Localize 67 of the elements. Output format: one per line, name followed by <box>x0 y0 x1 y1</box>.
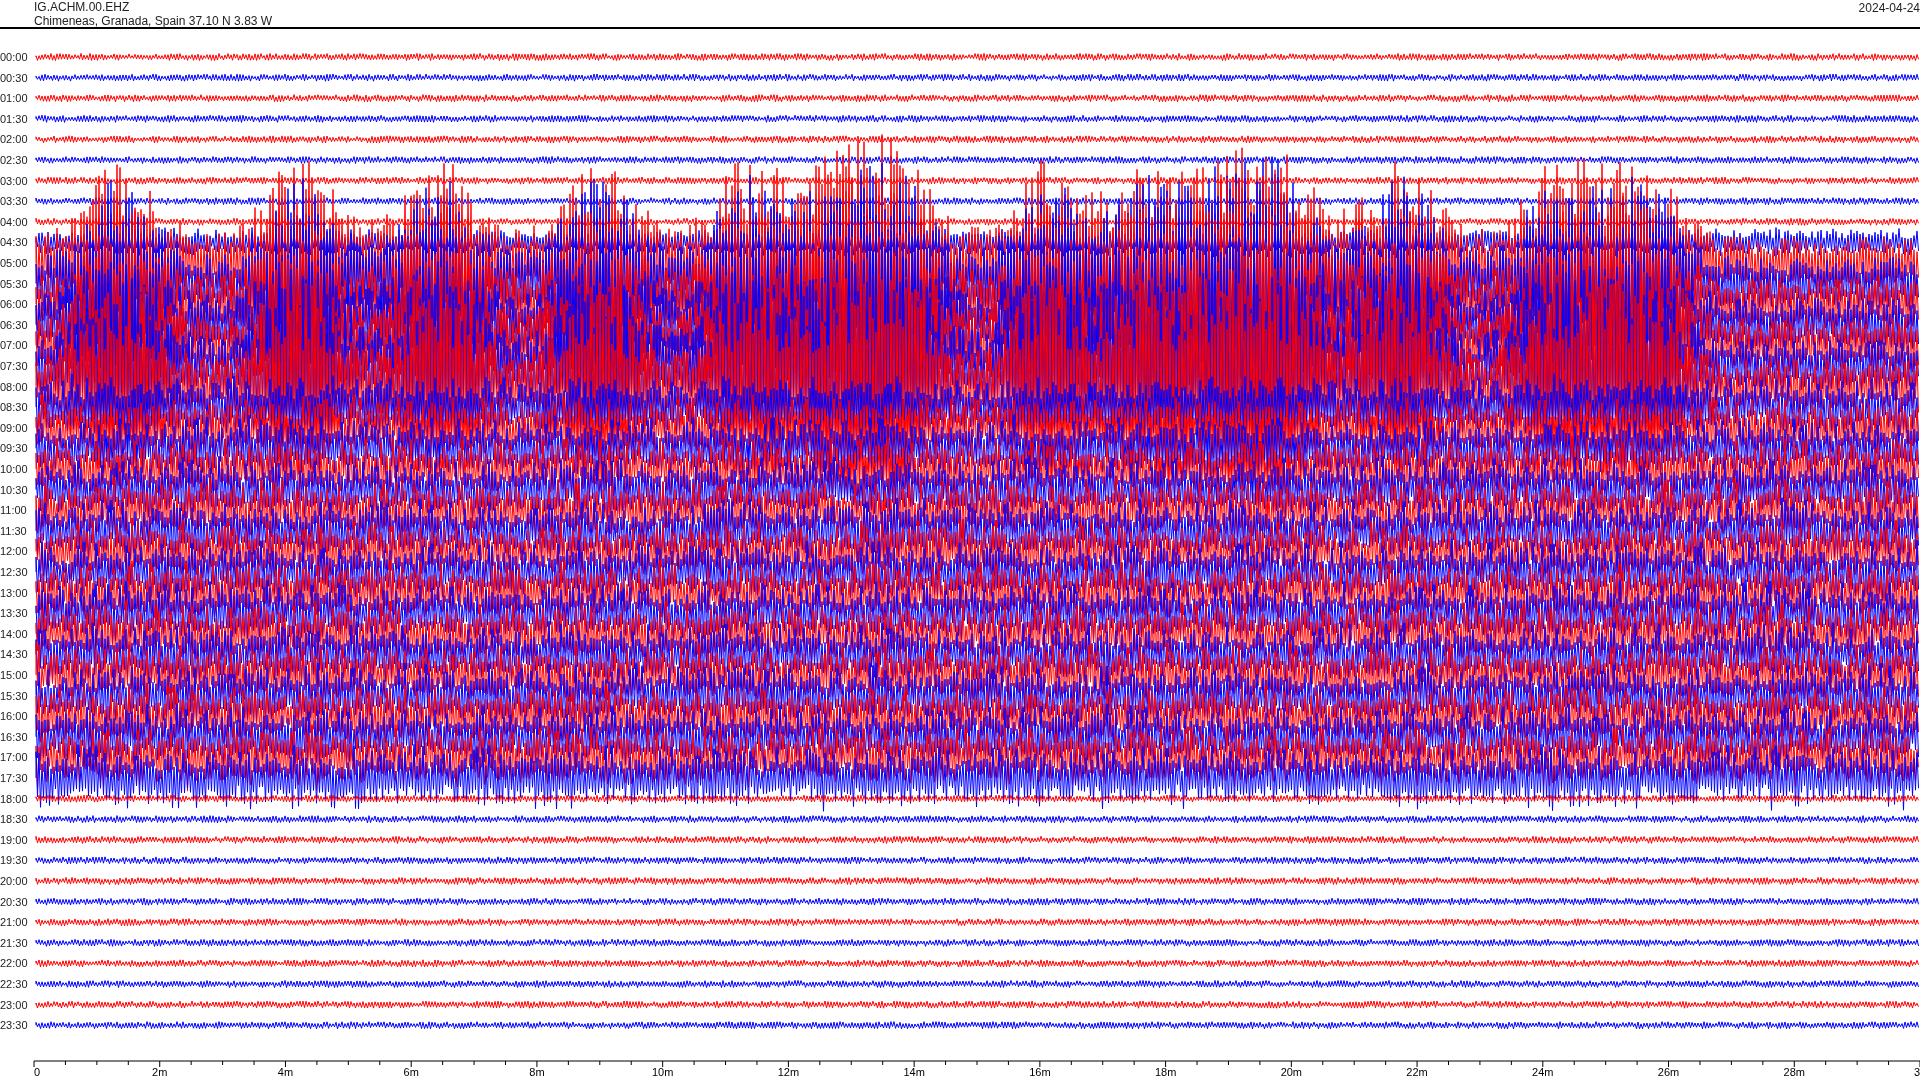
time-label: 05:00 <box>0 257 28 269</box>
axis-tick-label: 24m <box>1532 1066 1554 1077</box>
axis-tick-label: 6m <box>403 1066 419 1077</box>
time-label: 11:30 <box>0 524 27 537</box>
time-label: 08:30 <box>0 401 28 414</box>
axis-tick-label: 16m <box>1029 1066 1051 1077</box>
time-label: 01:30 <box>0 112 28 125</box>
time-label: 09:30 <box>0 442 28 455</box>
time-label: 04:00 <box>0 215 28 228</box>
axis-tick-label: 2m <box>152 1066 168 1077</box>
time-label: 21:00 <box>0 916 28 929</box>
time-label: 07:30 <box>0 360 28 372</box>
time-label: 00:30 <box>0 71 28 84</box>
time-label: 08:00 <box>0 380 28 393</box>
axis-tick-label: 26m <box>1657 1066 1680 1077</box>
time-label: 06:30 <box>0 318 28 331</box>
axis-tick-label: 14m <box>903 1066 925 1077</box>
time-label: 03:30 <box>0 195 28 208</box>
time-label: 02:00 <box>0 133 28 146</box>
time-label: 18:30 <box>0 813 28 826</box>
time-label: 14:00 <box>0 627 28 640</box>
time-label: 21:30 <box>0 936 28 949</box>
time-label: 14:30 <box>0 648 28 661</box>
axis-tick-label: 10m <box>651 1066 674 1077</box>
time-label: 18:00 <box>0 792 28 805</box>
time-label: 19:30 <box>0 854 28 867</box>
station-code: IG.ACHM.00.EHZ <box>34 0 131 14</box>
time-label: 13:30 <box>0 607 28 620</box>
time-label: 22:00 <box>0 957 28 970</box>
time-label: 05:30 <box>0 277 28 290</box>
axis-tick-label: 20m <box>1280 1066 1303 1077</box>
axis-tick-label: 0 <box>34 1066 41 1077</box>
time-label: 00:00 <box>0 51 28 63</box>
time-label: 15:30 <box>0 689 28 702</box>
station-location: Chimeneas, Granada, Spain 37.10 N 3.83 W <box>34 14 273 28</box>
time-label: 03:00 <box>0 174 28 187</box>
time-label: 07:00 <box>0 339 28 352</box>
plot-date: 2024-04-24 <box>1858 0 1920 15</box>
time-label: 20:30 <box>0 895 28 908</box>
time-label: 15:00 <box>0 669 28 681</box>
time-label: 23:00 <box>0 998 28 1011</box>
time-label: 23:30 <box>0 1019 28 1032</box>
time-label: 06:00 <box>0 298 28 311</box>
axis-tick-label: 28m <box>1783 1066 1805 1077</box>
axis-tick-label: 22m <box>1406 1066 1428 1077</box>
axis-tick-label: 12m <box>777 1066 800 1077</box>
time-label: 12:00 <box>0 545 28 558</box>
time-label: 20:00 <box>0 875 28 887</box>
time-label: 16:00 <box>0 710 28 723</box>
time-label: 22:30 <box>0 978 28 990</box>
axis-tick-label: 3 <box>1913 1066 1920 1077</box>
time-label: 02:30 <box>0 154 28 166</box>
time-label: 10:00 <box>0 463 28 475</box>
time-label: 17:00 <box>0 751 28 764</box>
time-label: 12:30 <box>0 566 28 578</box>
axis-tick-label: 4m <box>277 1066 294 1077</box>
time-label: 13:00 <box>0 586 28 599</box>
time-label: 16:30 <box>0 730 28 743</box>
time-label: 01:00 <box>0 92 28 105</box>
time-label: 09:00 <box>0 421 28 434</box>
time-label: 10:30 <box>0 483 28 496</box>
time-label: 04:30 <box>0 236 28 249</box>
time-label: 19:00 <box>0 833 28 846</box>
axis-tick-label: 18m <box>1154 1066 1177 1077</box>
axis-tick-label: 8m <box>529 1066 545 1077</box>
time-label: 11:00 <box>0 504 27 517</box>
time-label: 17:30 <box>0 772 28 784</box>
